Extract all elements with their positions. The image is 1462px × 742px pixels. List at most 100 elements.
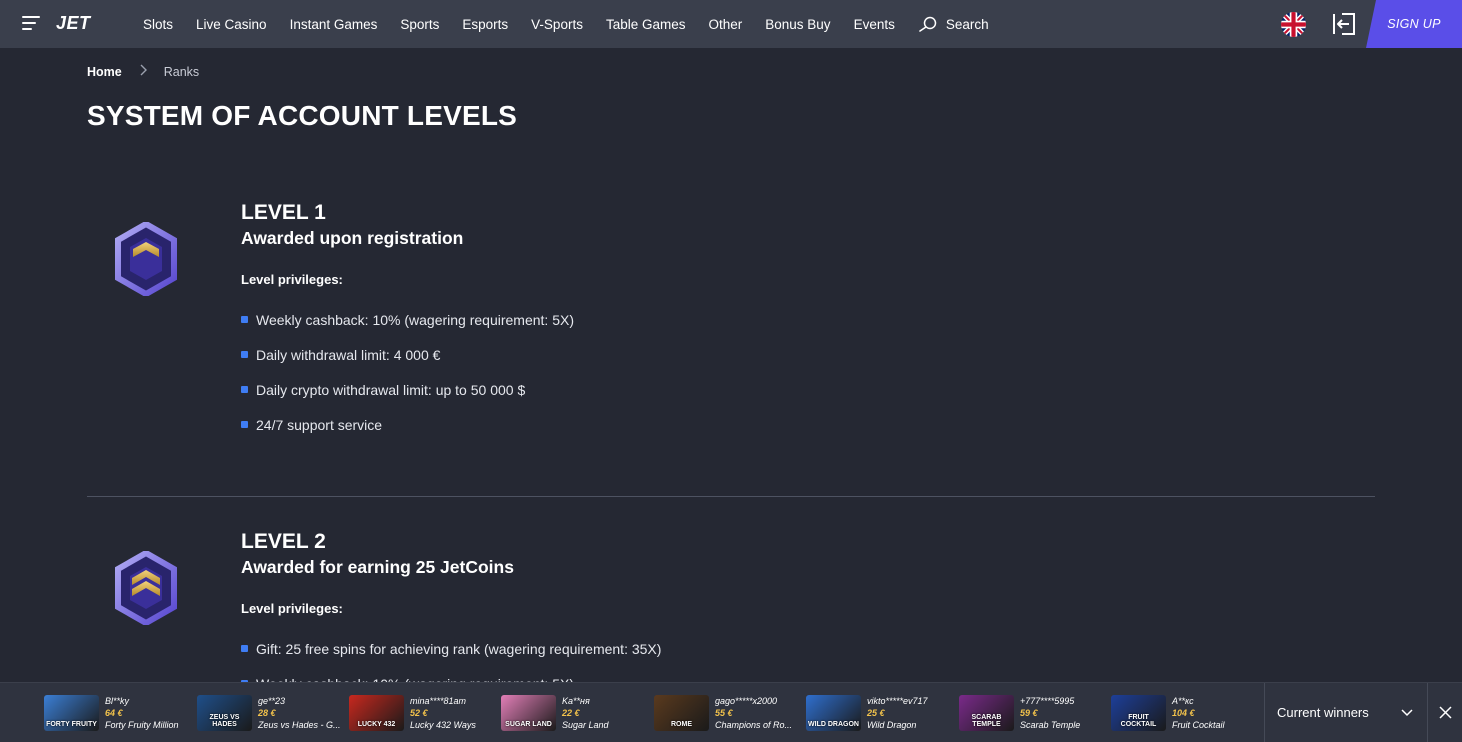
privilege-text: 24/7 support service <box>256 416 383 433</box>
game-thumbnail: ZEUS VS HADES <box>197 695 252 731</box>
thumb-label: SCARAB TEMPLE <box>971 714 1002 728</box>
search-icon <box>919 16 937 32</box>
level-1-content: LEVEL 1 Awarded upon registration Level … <box>241 200 574 442</box>
privileges-list: Weekly cashback: 10% (wagering requireme… <box>241 302 574 442</box>
winner-user: gago*****x2000 <box>715 696 778 706</box>
winner-user: vikto*****ev717 <box>867 696 928 706</box>
level-award: Awarded upon registration <box>241 228 464 248</box>
thumb-label: ROME <box>671 721 692 728</box>
current-winners-label: Current winners <box>1277 705 1369 720</box>
level-1-badge-icon <box>115 222 177 296</box>
nav-item-instant-games[interactable]: Instant Games <box>290 17 378 32</box>
nav-item-events[interactable]: Events <box>854 17 895 32</box>
privilege-item: 24/7 support service <box>241 407 574 442</box>
game-thumbnail: SCARAB TEMPLE <box>959 695 1014 731</box>
site-logo[interactable]: JET <box>56 13 91 34</box>
winner-card[interactable]: FORTY FRUITY Bl**ky 64 € Forty Fruity Mill… <box>44 695 179 731</box>
game-thumbnail: FRUIT COCKTAIL <box>1111 695 1166 731</box>
bullet-icon <box>241 421 248 428</box>
winner-amount: 64 € <box>105 708 123 718</box>
privilege-item: Weekly cashback: 10% (wagering requireme… <box>241 302 574 337</box>
winner-card[interactable]: LUCKY 432 mina****81am 52 € Lucky 432 Ways <box>349 695 476 731</box>
bullet-icon <box>241 386 248 393</box>
privilege-item: Daily crypto withdrawal limit: up to 50 … <box>241 372 574 407</box>
search-button[interactable]: Search <box>918 16 989 32</box>
winner-amount: 104 € <box>1172 708 1195 718</box>
level-title: LEVEL 1 <box>241 201 326 224</box>
level-2-content: LEVEL 2 Awarded for earning 25 JetCoins … <box>241 529 661 701</box>
winner-amount: 59 € <box>1020 708 1038 718</box>
nav-item-other[interactable]: Other <box>709 17 743 32</box>
level-award: Awarded for earning 25 JetCoins <box>241 557 514 577</box>
nav-item-slots[interactable]: Slots <box>143 17 173 32</box>
thumb-label: WILD DRAGON <box>808 721 859 728</box>
winner-game: Sugar Land <box>562 720 609 730</box>
winner-game: Forty Fruity Million <box>105 720 179 730</box>
winner-amount: 22 € <box>562 708 580 718</box>
game-thumbnail: WILD DRAGON <box>806 695 861 731</box>
privilege-text: Gift: 25 free spins for achieving rank (… <box>256 640 662 657</box>
winner-amount: 55 € <box>715 708 733 718</box>
search-label: Search <box>945 16 989 32</box>
winner-user: mina****81am <box>410 696 467 706</box>
login-icon[interactable] <box>1332 12 1356 36</box>
winner-card[interactable]: ROME gago*****x2000 55 € Champions of Ro..… <box>654 695 792 731</box>
breadcrumb-current: Ranks <box>163 64 200 79</box>
nav-item-v-sports[interactable]: V-Sports <box>531 17 583 32</box>
close-button[interactable] <box>1427 683 1462 742</box>
level-title: LEVEL 2 <box>241 530 326 553</box>
winner-game: Champions of Ro... <box>715 720 793 730</box>
game-thumbnail: FORTY FRUITY <box>44 695 99 731</box>
uk-flag-icon[interactable] <box>1281 12 1306 37</box>
section-divider <box>87 496 1375 497</box>
nav-item-esports[interactable]: Esports <box>462 17 508 32</box>
privileges-heading: Level privileges: <box>241 272 343 287</box>
privilege-item: Gift: 25 free spins for achieving rank (… <box>241 631 661 666</box>
nav-item-sports[interactable]: Sports <box>400 17 439 32</box>
game-thumbnail: LUCKY 432 <box>349 695 404 731</box>
game-thumbnail: ROME <box>654 695 709 731</box>
close-icon <box>1438 706 1452 719</box>
winner-user: +777****5995 <box>1020 696 1075 706</box>
winner-card[interactable]: SCARAB TEMPLE +777****5995 59 € Scarab Tem… <box>959 695 1080 731</box>
nav-item-table-games[interactable]: Table Games <box>606 17 686 32</box>
winner-card[interactable]: ZEUS VS HADES ge**23 28 € Zeus vs Hades - … <box>197 695 341 731</box>
winner-card[interactable]: FRUIT COCKTAIL A**кс 104 € Fruit Cocktail <box>1111 695 1225 731</box>
thumb-label: FORTY FRUITY <box>46 721 97 728</box>
page-title: SYSTEM OF ACCOUNT LEVELS <box>87 100 518 131</box>
winner-user: Ka**ня <box>562 696 590 706</box>
winners-bar: FORTY FRUITY Bl**ky 64 € Forty Fruity Mill… <box>0 682 1462 742</box>
breadcrumb: Home Ranks <box>87 64 199 79</box>
privilege-text: Daily withdrawal limit: 4 000 € <box>256 346 441 363</box>
winner-amount: 25 € <box>867 708 885 718</box>
privileges-heading: Level privileges: <box>241 601 343 616</box>
thumb-label: SUGAR LAND <box>505 721 552 728</box>
game-thumbnail: SUGAR LAND <box>501 695 556 731</box>
nav-item-bonus-buy[interactable]: Bonus Buy <box>765 17 830 32</box>
level-2-badge-icon <box>115 551 177 625</box>
breadcrumb-home[interactable]: Home <box>87 65 122 79</box>
winner-game: Lucky 432 Ways <box>410 720 476 730</box>
thumb-label: ZEUS VS HADES <box>209 714 240 728</box>
bullet-icon <box>241 316 248 323</box>
winner-game: Fruit Cocktail <box>1172 720 1225 730</box>
winner-amount: 28 € <box>258 708 276 718</box>
winner-user: ge**23 <box>258 696 286 706</box>
privilege-item: Daily withdrawal limit: 4 000 € <box>241 337 574 372</box>
bullet-icon <box>241 351 248 358</box>
winner-user: Bl**ky <box>105 696 130 706</box>
winner-game: Zeus vs Hades - G... <box>258 720 341 730</box>
privilege-text: Daily crypto withdrawal limit: up to 50 … <box>256 381 526 398</box>
top-header: JET Slots Live Casino Instant Games Spor… <box>0 0 1462 48</box>
thumb-label: LUCKY 432 <box>357 721 396 728</box>
winner-card[interactable]: SUGAR LAND Ka**ня 22 € Sugar Land <box>501 695 609 731</box>
winner-game: Wild Dragon <box>867 720 917 730</box>
menu-icon[interactable] <box>22 15 42 33</box>
chevron-down-icon[interactable] <box>1400 705 1414 719</box>
nav-item-live-casino[interactable]: Live Casino <box>196 17 267 32</box>
winner-user: A**кс <box>1172 696 1194 706</box>
signup-button[interactable]: SIGN UP <box>1366 0 1462 48</box>
winner-card[interactable]: WILD DRAGON vikto*****ev717 25 € Wild Drag… <box>806 695 928 731</box>
main-nav: Slots Live Casino Instant Games Sports E… <box>143 0 989 48</box>
bullet-icon <box>241 645 248 652</box>
